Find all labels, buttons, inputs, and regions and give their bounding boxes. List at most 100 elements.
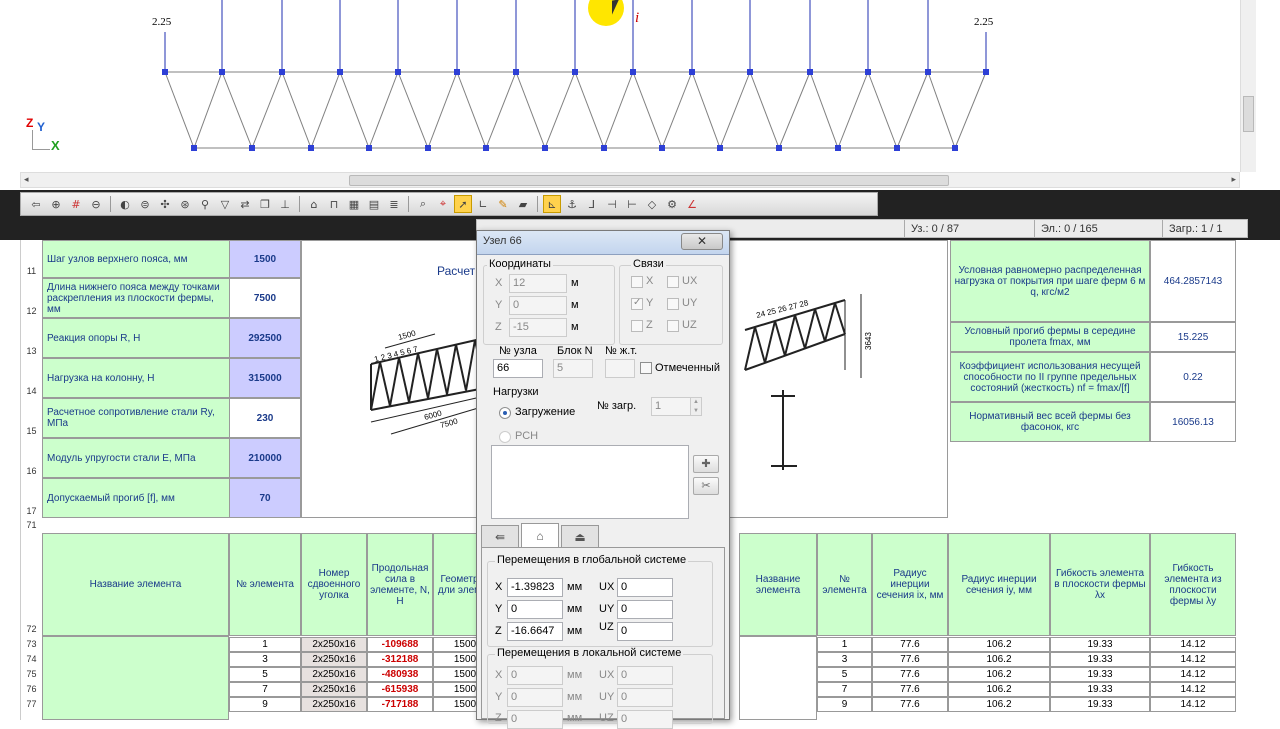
vscroll-thumb[interactable] [1243, 96, 1254, 132]
param-value[interactable]: 70 [229, 478, 301, 518]
result-value[interactable]: 464.2857143 [1150, 240, 1236, 322]
truss-node[interactable] [191, 145, 197, 151]
link-uz-checkbox[interactable] [667, 320, 679, 332]
loads-list[interactable] [491, 445, 689, 519]
result-value[interactable]: 0.22 [1150, 352, 1236, 402]
ly-field[interactable]: 0 [507, 688, 563, 707]
marked-checkbox[interactable] [640, 362, 652, 374]
scroll-right-icon[interactable]: ▸ [1231, 174, 1236, 185]
slenderness-x-cell[interactable]: 19.33 [1050, 652, 1150, 667]
perspective-icon[interactable]: ◇ [643, 195, 661, 213]
tab-displacements[interactable]: ⌂ [521, 523, 559, 547]
marker-icon[interactable]: ⌖ [434, 195, 452, 213]
settings-icon[interactable]: ⚙ [663, 195, 681, 213]
truss-node[interactable] [717, 145, 723, 151]
truss-node[interactable] [395, 69, 401, 75]
param-value[interactable]: 210000 [229, 438, 301, 478]
tab-nodes[interactable]: ⇚ [481, 525, 519, 547]
truss-node[interactable] [835, 145, 841, 151]
slenderness-y-cell[interactable]: 14.12 [1150, 697, 1236, 712]
radius-ix-cell[interactable]: 77.6 [872, 652, 948, 667]
section-cell[interactable]: 2x250x16 [301, 637, 367, 652]
loading-radio[interactable] [499, 407, 511, 419]
link-uy-checkbox[interactable] [667, 298, 679, 310]
param-value[interactable]: 230 [229, 398, 301, 438]
layers-icon[interactable]: ≣ [385, 195, 403, 213]
zoom-out-icon[interactable]: ⊖ [87, 195, 105, 213]
truss-node[interactable] [454, 69, 460, 75]
truss-node[interactable] [249, 145, 255, 151]
force-cell[interactable]: -109688 [367, 637, 433, 652]
param-value[interactable]: 292500 [229, 318, 301, 358]
truss-node[interactable] [747, 69, 753, 75]
close-button[interactable]: ✕ [681, 233, 723, 250]
slenderness-y-cell[interactable]: 14.12 [1150, 667, 1236, 682]
lux-field[interactable]: 0 [617, 666, 673, 685]
grid-icon[interactable]: # [67, 195, 85, 213]
slenderness-x-cell[interactable]: 19.33 [1050, 667, 1150, 682]
pan-icon[interactable]: ⇦ [27, 195, 45, 213]
plane-xz-icon[interactable]: ⅃ [583, 195, 601, 213]
truss-node[interactable] [952, 145, 958, 151]
dialog-titlebar[interactable]: Узел 66 ✕ [477, 231, 729, 255]
truss-node[interactable] [513, 69, 519, 75]
select-pointer-icon[interactable]: ➚ [454, 195, 472, 213]
add-load-button[interactable]: ✚ [693, 455, 719, 473]
y-coord-field[interactable]: 0 [509, 296, 567, 315]
truss-node[interactable] [659, 145, 665, 151]
horizontal-scrollbar[interactable]: ◂ ▸ [20, 172, 1240, 188]
element-number-cell-right[interactable]: 5 [817, 667, 872, 682]
param-value[interactable]: 315000 [229, 358, 301, 398]
radius-iy-cell[interactable]: 106.2 [948, 637, 1050, 652]
link-x-checkbox[interactable] [631, 276, 643, 288]
force-cell[interactable]: -615938 [367, 682, 433, 697]
view-3d-icon[interactable]: ⊛ [176, 195, 194, 213]
truss-node[interactable] [807, 69, 813, 75]
section-cell[interactable]: 2x250x16 [301, 682, 367, 697]
gz-field[interactable]: -16.6647 [507, 622, 563, 641]
anchor-icon[interactable]: ⚓ [563, 195, 581, 213]
truss-node[interactable] [894, 145, 900, 151]
slenderness-y-cell[interactable]: 14.12 [1150, 652, 1236, 667]
tab-reactions[interactable]: ⏏ [561, 525, 599, 547]
element-number-cell-right[interactable]: 7 [817, 682, 872, 697]
element-number-cell-right[interactable]: 9 [817, 697, 872, 712]
link-y-checkbox[interactable]: ✓ [631, 297, 643, 310]
pencil-icon[interactable]: ✎ [494, 195, 512, 213]
luy-field[interactable]: 0 [617, 688, 673, 707]
lx-field[interactable]: 0 [507, 666, 563, 685]
scroll-left-icon[interactable]: ◂ [24, 174, 29, 185]
slenderness-x-cell[interactable]: 19.33 [1050, 682, 1150, 697]
z-coord-field[interactable]: -15 [509, 318, 567, 337]
element-number-cell[interactable]: 3 [229, 652, 301, 667]
guz-field[interactable]: 0 [617, 622, 673, 641]
plane-xy-icon[interactable]: ⊣ [603, 195, 621, 213]
truss-node[interactable] [337, 69, 343, 75]
truss-node[interactable] [542, 145, 548, 151]
plane-yz-icon[interactable]: ⊢ [623, 195, 641, 213]
section-cell[interactable]: 2x250x16 [301, 652, 367, 667]
model-viewport[interactable]: 2.25 2.25 Z Y X i ◂ ▸ [0, 0, 1280, 192]
local-axes-icon[interactable]: ⊾ [543, 195, 561, 213]
eraser-icon[interactable]: ▰ [514, 195, 532, 213]
truss-node[interactable] [601, 145, 607, 151]
link-z-checkbox[interactable] [631, 320, 643, 332]
zoom-window-icon[interactable]: ◐ [116, 195, 134, 213]
slenderness-x-cell[interactable]: 19.33 [1050, 697, 1150, 712]
delete-load-button[interactable]: ✂ [693, 477, 719, 495]
element-number-cell-right[interactable]: 1 [817, 637, 872, 652]
load-no-spinner[interactable]: ▲ ▼ [690, 397, 702, 416]
gx-field[interactable]: -1.39823 [507, 578, 563, 597]
vertical-scrollbar[interactable] [1240, 0, 1256, 172]
axis-icon[interactable]: ∟ [474, 195, 492, 213]
truss-node[interactable] [162, 69, 168, 75]
rotate-icon[interactable]: ⊕ [47, 195, 65, 213]
element-number-cell[interactable]: 1 [229, 637, 301, 652]
radius-iy-cell[interactable]: 106.2 [948, 667, 1050, 682]
radius-iy-cell[interactable]: 106.2 [948, 697, 1050, 712]
element-number-cell-right[interactable]: 3 [817, 652, 872, 667]
slenderness-y-cell[interactable]: 14.12 [1150, 637, 1236, 652]
radius-iy-cell[interactable]: 106.2 [948, 682, 1050, 697]
element-number-cell[interactable]: 7 [229, 682, 301, 697]
truss-node[interactable] [689, 69, 695, 75]
